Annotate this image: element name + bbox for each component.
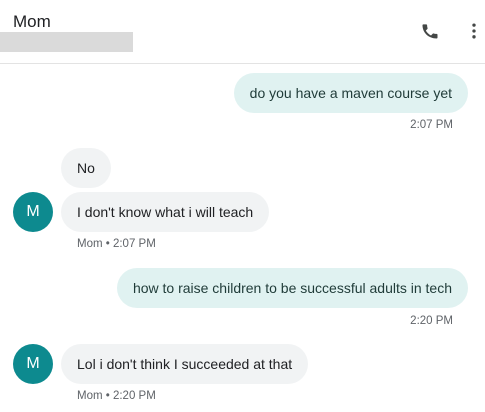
message-bubble-incoming[interactable]: I don't know what i will teach (61, 192, 270, 232)
message-timestamp: 2:20 PM (410, 315, 453, 327)
redacted-phone-number (0, 32, 133, 52)
message-meta: Mom • 2:20 PM (77, 390, 156, 402)
call-button[interactable] (417, 18, 443, 44)
phone-icon (422, 24, 438, 39)
message-bubble-incoming[interactable]: No (61, 148, 111, 188)
message-bubble-outgoing[interactable]: do you have a maven course yet (233, 73, 468, 113)
message-bubble-incoming[interactable]: Lol i don't think I succeeded at that (61, 344, 309, 384)
message-timestamp: 2:07 PM (410, 119, 453, 131)
contact-name: Mom (13, 12, 51, 31)
avatar[interactable]: M (13, 192, 53, 232)
conversation-header: Mom (0, 0, 485, 64)
message-meta: Mom • 2:07 PM (77, 238, 156, 250)
avatar[interactable]: M (13, 344, 53, 384)
more-options-button[interactable] (461, 18, 485, 44)
more-vert-icon (472, 23, 476, 39)
message-bubble-outgoing[interactable]: how to raise children to be successful a… (116, 268, 468, 308)
